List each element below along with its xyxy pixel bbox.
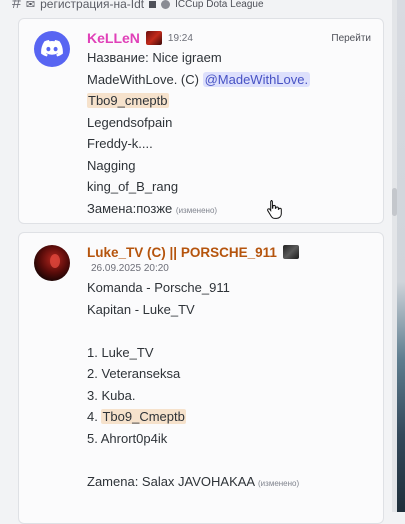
role-badge-icon [282, 245, 299, 259]
message-card[interactable]: KeLLeN 19:24 Перейти Название: Nice igra… [18, 18, 384, 224]
text-segment: MadeWithLove. (C) [87, 71, 203, 87]
avatar[interactable] [34, 31, 70, 67]
message-line: king_of_B_rang [87, 179, 179, 194]
background-window-edge [397, 0, 405, 512]
text-segment: Замена:позже [87, 200, 173, 216]
message-line: Название: Nice igraem [87, 50, 222, 65]
author-name[interactable]: KeLLeN [87, 30, 140, 46]
goto-button[interactable]: Перейти [327, 31, 375, 46]
channel-name[interactable]: регистрация-на-Idt [40, 0, 144, 11]
timestamp: 19:24 [167, 32, 193, 44]
user-mention[interactable]: @MadeWithLove. [202, 71, 311, 87]
server-icon [161, 0, 171, 9]
edited-label: (изменено) [175, 205, 218, 215]
message-line: Nagging [87, 157, 136, 173]
author-name[interactable]: Luke_TV (C) || PORSCHE_911 [87, 245, 277, 260]
text-segment: 4. [87, 409, 102, 424]
server-name[interactable]: ICCup Dota League [175, 0, 263, 10]
message-line: Komanda - Porsche_911 [87, 280, 230, 295]
text-segment: Zamena: Salax JAVOHAKAA [87, 473, 255, 489]
timestamp: 26.09.2025 20:20 [91, 263, 169, 274]
message-line: Legendsofpain [87, 114, 173, 130]
message-line: 4. Tbo9_Cmeptb [87, 406, 375, 428]
edited-label: (изменено) [258, 478, 300, 488]
avatar[interactable] [34, 245, 70, 281]
avatar-figure-icon [50, 254, 60, 268]
message-line: 2. Veteranseksa [87, 366, 181, 381]
channel-hash-icon: # [12, 0, 21, 12]
message-line: Tbo9_cmeptb [87, 90, 375, 112]
message-line: Zamena: Salax JAVOHAKAA (изменено) [87, 471, 375, 495]
role-badge-icon [145, 31, 162, 45]
square-icon [149, 0, 157, 8]
message-line: 1. Luke_TV [87, 344, 154, 360]
highlighted-name: Tbo9_Cmeptb [101, 409, 186, 424]
hand-pointer-icon [267, 200, 282, 219]
channel-header: # ✉ регистрация-на-Idt ICCup Dota League [0, 0, 405, 14]
message-line: 3. Kuba. [87, 387, 136, 403]
message-card[interactable]: Luke_TV (C) || PORSCHE_911 26.09.2025 20… [18, 232, 384, 524]
message-line: Kapitan - Luke_TV [87, 301, 195, 317]
message-line: 5. Ahrort0p4ik [87, 430, 168, 446]
envelope-icon: ✉ [25, 0, 36, 11]
message-line: MadeWithLove. (C) @MadeWithLove. [87, 69, 375, 91]
discord-logo-icon [41, 40, 63, 57]
message-line: Freddy-k.... [87, 136, 153, 151]
message-line: Замена:позже (изменено) [87, 198, 375, 222]
highlighted-name: Tbo9_cmeptb [87, 93, 169, 108]
